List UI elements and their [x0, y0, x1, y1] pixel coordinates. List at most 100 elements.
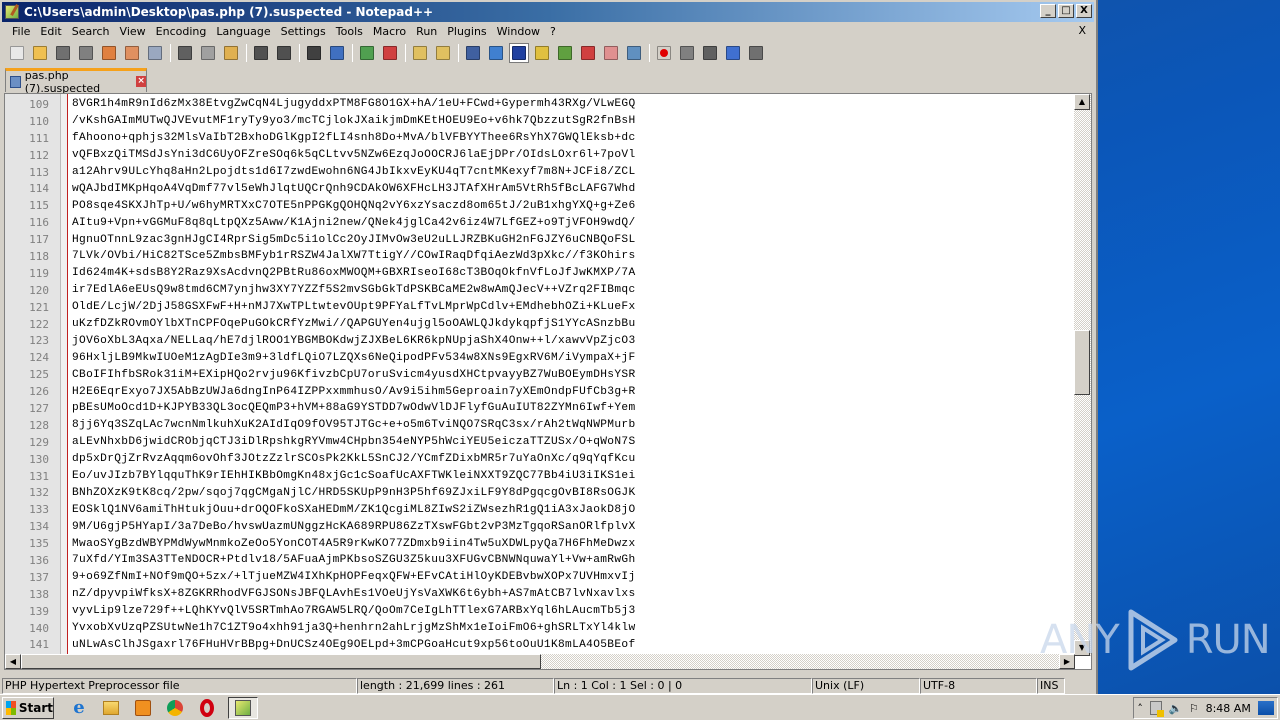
code-line[interactable]: 124 96HxljLB9MkwIUOeM1zAgDIe3m9+3ldfLQiO7… — [5, 349, 1075, 366]
internet-explorer-icon[interactable]: e — [68, 697, 90, 719]
function-list-button[interactable] — [578, 43, 598, 63]
code-line[interactable]: 136 7uXfd/YIm3SA3TTeNDOCR+Ptdlv18/5AFuaAj… — [5, 552, 1075, 569]
code-line[interactable]: 121 OldE/LcjW/2DjJ58GSXFwF+H+nMJ7XwTPLtwt… — [5, 299, 1075, 316]
show-all-chars-button[interactable] — [486, 43, 506, 63]
line-text[interactable]: wQAJbdIMKpHqoA4VqDmf77vl5eWhJlqtUQCrQnh9… — [72, 183, 636, 195]
menu-run[interactable]: Run — [411, 25, 442, 38]
code-line[interactable]: 130 dp5xDrQjZrRvzAqqm6ovOhf3JOtzZzlrSCOsP… — [5, 451, 1075, 468]
indent-guide-button[interactable] — [509, 43, 529, 63]
code-line[interactable]: 114 wQAJbdIMKpHqoA4VqDmf77vl5eWhJlqtUQCrQ… — [5, 180, 1075, 197]
show-desktop-icon[interactable] — [1257, 701, 1274, 715]
replace-button[interactable] — [327, 43, 347, 63]
line-text[interactable]: 7uXfd/YIm3SA3TTeNDOCR+Ptdlv18/5AFuaAjmPK… — [72, 554, 636, 566]
play-macro-button[interactable] — [700, 43, 720, 63]
code-lines[interactable]: 109 8VGR1h4mR9nId6zMx38EtvgZwCqN4Ljugyddx… — [5, 96, 1075, 656]
line-text[interactable]: AItu9+Vpn+vGGMuF8q8qLtpQXz5Aww/K1Ajni2ne… — [72, 217, 636, 229]
minimize-button[interactable]: _ — [1040, 4, 1056, 18]
code-line[interactable]: 113 a12Ahrv9ULcYhq8aHn2Lpojdts1d6I7zwdEwo… — [5, 164, 1075, 181]
line-text[interactable]: YvxobXvUzqPZSUtwNe1h7C1ZT9o4xhh91ja3Q+he… — [72, 622, 636, 634]
volume-icon[interactable]: 🔈 — [1168, 702, 1182, 715]
line-text[interactable]: CBoIFIhfbSRok31iM+EXipHQo2rvju96KfivzbCp… — [72, 369, 636, 381]
code-line[interactable]: 133 EOSklQ1NV6amiThHtukjOuu+drOQOFkoSXaHE… — [5, 501, 1075, 518]
scroll-up-button[interactable]: ▲ — [1074, 94, 1090, 110]
new-file-button[interactable] — [7, 43, 27, 63]
undo-button[interactable] — [251, 43, 271, 63]
show-hidden-icons-icon[interactable]: ˄ — [1137, 702, 1143, 715]
clock[interactable]: 8:48 AM — [1206, 702, 1251, 715]
line-text[interactable]: 8jj6Yq3SZqLAc7wcnNmlkuhXuK2AIdIqO9fOV95T… — [72, 419, 636, 431]
code-line[interactable]: 128 8jj6Yq3SZqLAc7wcnNmlkuhXuK2AIdIqO9fOV… — [5, 417, 1075, 434]
tab-pas-php-suspected[interactable]: pas.php (7).suspected × — [5, 68, 147, 95]
user-defined-language-button[interactable] — [532, 43, 552, 63]
code-line[interactable]: 126 H2E6EqrExyo7JX5AbBzUWJa6dngInP64IZPPx… — [5, 383, 1075, 400]
line-text[interactable]: pBEsUMoOcd1D+KJPYB33QL3ocQEQmP3+hVM+88aG… — [72, 402, 636, 414]
status-encoding[interactable]: UTF-8 — [920, 678, 1037, 694]
start-button[interactable]: Start — [2, 696, 54, 719]
monitoring-button[interactable] — [624, 43, 644, 63]
folder-workspace-button[interactable] — [601, 43, 621, 63]
code-line[interactable]: 119 Id624m4K+sdsB8Y2Raz9XsAcdvnQ2PBtRu86o… — [5, 265, 1075, 282]
code-line[interactable]: 138 nZ/dpyvpiWfksX+8ZGKRRhodVFGJSONsJBFQL… — [5, 586, 1075, 603]
code-line[interactable]: 117 HgnuOTnnL9zac3gnHJgCI4RprSig5mDc5i1ol… — [5, 231, 1075, 248]
line-text[interactable]: 7LVk/OVbi/HiC82TSce5ZmbsBMFyb1rRSZW4JalX… — [72, 250, 636, 262]
code-line[interactable]: 122 uKzfDZkROvmOYlbXTnCPFOqePuGOkCRfYzMwi… — [5, 316, 1075, 333]
maximize-button[interactable]: □ — [1058, 4, 1074, 18]
zoom-in-button[interactable] — [357, 43, 377, 63]
network-warning-icon[interactable] — [1149, 701, 1164, 717]
code-line[interactable]: 111 fAhoono+qphjs32MlsVaIbT2BxhoDGlKgpI2f… — [5, 130, 1075, 147]
line-text[interactable]: HgnuOTnnL9zac3gnHJgCI4RprSig5mDc5i1olCc2… — [72, 234, 636, 246]
code-editor[interactable]: 109 8VGR1h4mR9nId6zMx38EtvgZwCqN4Ljugyddx… — [4, 93, 1092, 670]
menu-file[interactable]: File — [7, 25, 35, 38]
line-text[interactable]: MwaoSYgBzdWBYPMdWywMnmkoZeOo5YonCOT4A5R9… — [72, 538, 636, 550]
close-document-button[interactable]: X — [1078, 24, 1086, 37]
menu-language[interactable]: Language — [211, 25, 275, 38]
line-text[interactable]: aLEvNhxbD6jwidCRObjqCTJ3iDlRpshkgRYVmw4C… — [72, 436, 636, 448]
menu-search[interactable]: Search — [67, 25, 115, 38]
chrome-icon[interactable] — [164, 697, 186, 719]
zoom-out-button[interactable] — [380, 43, 400, 63]
line-text[interactable]: 96HxljLB9MkwIUOeM1zAgDIe3m9+3ldfLQiO7LZQ… — [72, 352, 636, 364]
save-all-button[interactable] — [76, 43, 96, 63]
line-text[interactable]: 9+o69ZfNmI+NOf9mQO+5zx/+lTjueMZW4IXhKpHO… — [72, 571, 636, 583]
code-line[interactable]: 139 vyvLip9lze729f++LQhKYvQlV5SRTmhAo7RGA… — [5, 603, 1075, 620]
find-button[interactable] — [304, 43, 324, 63]
stop-macro-button[interactable] — [677, 43, 697, 63]
save-button[interactable] — [53, 43, 73, 63]
line-text[interactable]: vyvLip9lze729f++LQhKYvQlV5SRTmhAo7RGAW5L… — [72, 605, 636, 617]
sync-horizontal-button[interactable] — [433, 43, 453, 63]
title-bar[interactable]: C:\Users\admin\Desktop\pas.php (7).suspe… — [2, 2, 1094, 22]
close-button[interactable] — [99, 43, 119, 63]
record-macro-button[interactable] — [654, 43, 674, 63]
code-line[interactable]: 129 aLEvNhxbD6jwidCRObjqCTJ3iDlRpshkgRYVm… — [5, 434, 1075, 451]
line-text[interactable]: jOV6oXbL3Aqxa/NELLaq/hE7djlROO1YBGMBOKdw… — [72, 335, 636, 347]
line-text[interactable]: vQFBxzQiTMSdJsYni3dC6UyOFZreSOq6k5qCLtvv… — [72, 149, 636, 161]
cut-button[interactable] — [175, 43, 195, 63]
line-text[interactable]: nZ/dpyvpiWfksX+8ZGKRRhodVFGJSONsJBFQLAvh… — [72, 588, 636, 600]
line-text[interactable]: ir7EdlA6eEUsQ9w8tmd6CM7ynjhw3XY7YZZf5S2m… — [72, 284, 636, 296]
line-text[interactable]: Id624m4K+sdsB8Y2Raz9XsAcdvnQ2PBtRu86oxMW… — [72, 267, 636, 279]
document-map-button[interactable] — [555, 43, 575, 63]
vertical-scrollbar[interactable]: ▲ ▼ — [1074, 94, 1091, 656]
scroll-left-button[interactable]: ◀ — [5, 654, 21, 669]
redo-button[interactable] — [274, 43, 294, 63]
menu-encoding[interactable]: Encoding — [151, 25, 212, 38]
code-line[interactable]: 131 Eo/uvJIzb7BYlqquThK9rIEhHIKBbOmgKn48x… — [5, 468, 1075, 485]
line-text[interactable]: dp5xDrQjZrRvzAqqm6ovOhf3JOtzZzlrSCOsPk2K… — [72, 453, 636, 465]
line-text[interactable]: EOSklQ1NV6amiThHtukjOuu+drOQOFkoSXaHEDmM… — [72, 504, 636, 516]
word-wrap-button[interactable] — [463, 43, 483, 63]
code-line[interactable]: 115 PO8sqe4SKXJhTp+U/w6hyMRTXxC7OTE5nPPGK… — [5, 197, 1075, 214]
code-line[interactable]: 116 AItu9+Vpn+vGGMuF8q8qLtpQXz5Aww/K1Ajni… — [5, 214, 1075, 231]
media-player-icon[interactable] — [132, 697, 154, 719]
line-text[interactable]: Eo/uvJIzb7BYlqquThK9rIEhHIKBbOmgKn48xjGc… — [72, 470, 636, 482]
line-text[interactable]: PO8sqe4SKXJhTp+U/w6hyMRTXxC7OTE5nPPGKgQO… — [72, 200, 636, 212]
horizontal-scrollbar[interactable]: ◀ ▶ — [5, 654, 1075, 669]
line-text[interactable]: a12Ahrv9ULcYhq8aHn2Lpojdts1d6I7zwdEwohn6… — [72, 166, 636, 178]
line-text[interactable]: BNhZOXzK9tK8cq/2pw/sqoj7qgCMgaNjlC/HRD5S… — [72, 487, 636, 499]
code-line[interactable]: 127 pBEsUMoOcd1D+KJPYB33QL3ocQEQmP3+hVM+8… — [5, 400, 1075, 417]
code-line[interactable]: 134 9M/U6gjP5HYapI/3a7DeBo/hvswUazmUNggzH… — [5, 518, 1075, 535]
notepadpp-taskbar-button[interactable] — [228, 696, 258, 719]
tab-close-icon[interactable]: × — [136, 76, 146, 87]
code-line[interactable]: 118 7LVk/OVbi/HiC82TSce5ZmbsBMFyb1rRSZW4J… — [5, 248, 1075, 265]
code-line[interactable]: 109 8VGR1h4mR9nId6zMx38EtvgZwCqN4Ljugyddx… — [5, 96, 1075, 113]
open-file-button[interactable] — [30, 43, 50, 63]
